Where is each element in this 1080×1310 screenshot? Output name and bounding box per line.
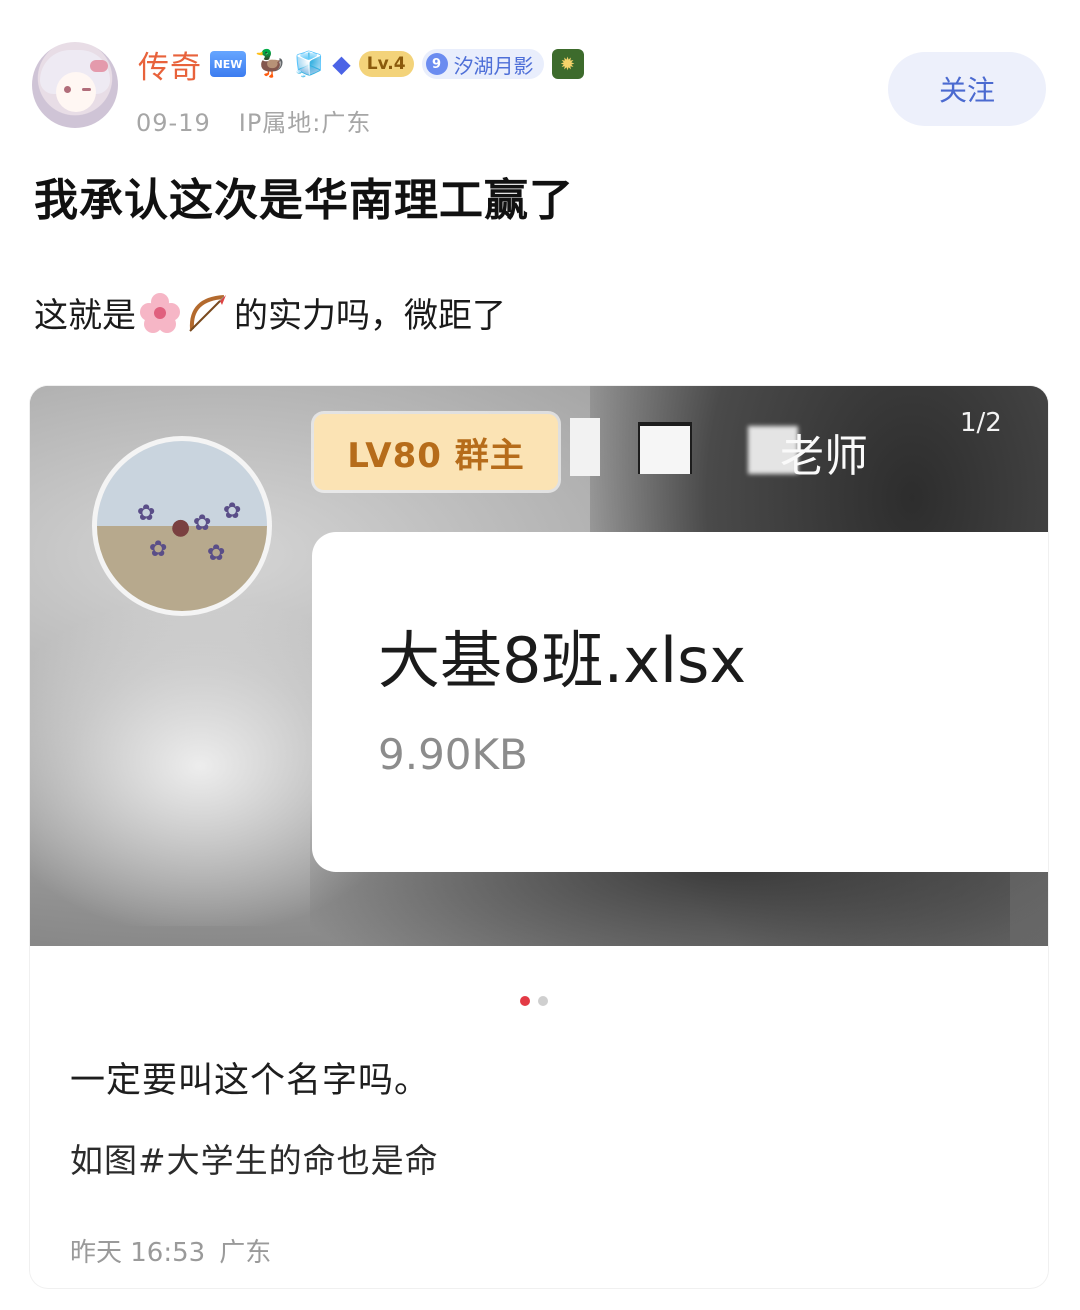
group-badge[interactable]: 9 汐湖月影 xyxy=(421,49,544,79)
teacher-text: 老师 xyxy=(780,431,868,482)
card-meta: 昨天 16:53 广东 xyxy=(70,1232,271,1269)
card-location: 广东 xyxy=(219,1238,272,1268)
file-size: 9.90KB xyxy=(378,730,528,779)
carousel-dot-active[interactable] xyxy=(520,996,530,1006)
carousel-dots xyxy=(520,996,548,1006)
post-body-prefix: 这就是 xyxy=(34,296,136,336)
shared-post-card[interactable]: ✿ ✿ ✿ ✿ ✿ ● LV80 群主 老师 1/2 大基8班.xlsx 9.9… xyxy=(30,386,1048,1288)
user-avatar[interactable] xyxy=(32,42,118,128)
page-counter: 1/2 xyxy=(960,408,1002,438)
carousel-dot[interactable] xyxy=(538,996,548,1006)
post-body-suffix: 的实力吗，微距了 xyxy=(234,296,506,336)
username[interactable]: 传奇 xyxy=(138,42,202,87)
post-header: 传奇 NEW 🦆 🧊 ◆ Lv.4 9 汐湖月影 ✹ 09-19 IP属地:广东 … xyxy=(0,0,1080,150)
level-tag: LV80 群主 xyxy=(314,414,558,490)
group-name: 汐湖月影 xyxy=(453,53,534,78)
card-time: 昨天 16:53 xyxy=(70,1238,206,1268)
ip-location: IP属地:广东 xyxy=(238,109,372,137)
card-caption: 一定要叫这个名字吗。 xyxy=(70,1061,431,1101)
follow-button[interactable]: 关注 xyxy=(888,52,1046,126)
new-badge: NEW xyxy=(210,51,246,77)
censor-block xyxy=(640,426,690,474)
censor-block xyxy=(570,418,600,476)
bow-and-arrow-icon xyxy=(186,293,230,333)
blue-gem-badge-icon: ◆ xyxy=(332,50,351,78)
screenshot-image[interactable]: ✿ ✿ ✿ ✿ ✿ ● LV80 群主 老师 1/2 大基8班.xlsx 9.9… xyxy=(30,386,1048,946)
post-date: 09-19 xyxy=(136,109,211,137)
file-name: 大基8班.xlsx xyxy=(378,624,747,697)
cherry-blossom-icon xyxy=(140,292,180,333)
file-card[interactable]: 大基8班.xlsx 9.90KB xyxy=(312,532,1048,872)
duck-badge-icon: 🦆 xyxy=(254,49,287,79)
group-avatar: ✿ ✿ ✿ ✿ ✿ ● xyxy=(92,436,272,616)
green-shield-badge-icon: ✹ xyxy=(551,49,584,79)
level-badge: Lv.4 xyxy=(358,51,414,77)
group-number: 9 xyxy=(425,53,448,75)
post-body: 这就是 的实力吗，微距了 xyxy=(34,288,506,337)
card-tagline[interactable]: 如图#大学生的命也是命 xyxy=(70,1134,439,1182)
username-row: 传奇 NEW 🦆 🧊 ◆ Lv.4 9 汐湖月影 ✹ xyxy=(138,42,584,87)
post-meta: 09-19 IP属地:广东 xyxy=(136,103,371,138)
ice-cube-badge-icon: 🧊 xyxy=(294,50,325,78)
post-title: 我承认这次是华南理工赢了 xyxy=(34,175,574,226)
